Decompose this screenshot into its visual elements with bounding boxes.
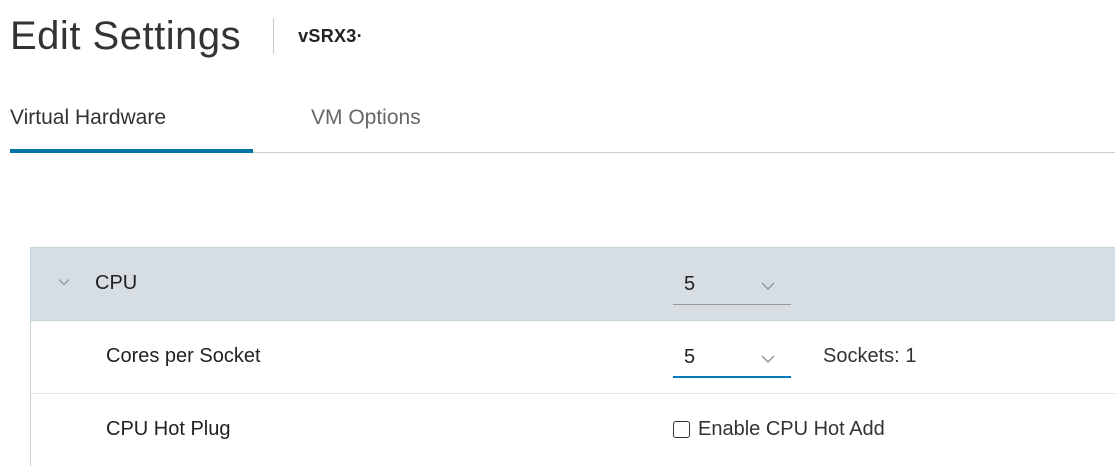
tab-bar: Virtual Hardware VM Options xyxy=(10,96,1115,153)
cores-per-socket-select[interactable]: 5 xyxy=(673,343,791,378)
cpu-count-select[interactable]: 5 xyxy=(673,270,791,305)
cpu-label: CPU xyxy=(95,272,138,294)
header-divider xyxy=(273,18,275,54)
chevron-down-icon xyxy=(761,355,775,363)
page-title: Edit Settings xyxy=(10,14,242,58)
cpu-row[interactable]: CPU 5 xyxy=(31,248,1115,321)
chevron-down-icon[interactable] xyxy=(58,276,70,288)
dialog-header: Edit Settings vSRX3· xyxy=(10,8,363,64)
vm-name: vSRX3· xyxy=(298,25,363,46)
cpu-count-value: 5 xyxy=(684,273,696,295)
cores-per-socket-row: Cores per Socket 5 Sockets: 1 xyxy=(31,321,1115,394)
hardware-settings-table: CPU 5 Cores per Socket 5 Sockets: 1 CPU … xyxy=(30,247,1115,466)
cores-per-socket-label: Cores per Socket xyxy=(106,345,261,367)
enable-cpu-hot-add-option[interactable]: Enable CPU Hot Add xyxy=(673,418,885,441)
enable-cpu-hot-add-label: Enable CPU Hot Add xyxy=(698,418,885,440)
cpu-hot-plug-label: CPU Hot Plug xyxy=(106,418,231,440)
sockets-count: Sockets: 1 xyxy=(823,345,917,367)
cpu-hot-plug-row: CPU Hot Plug Enable CPU Hot Add xyxy=(31,394,1115,466)
edit-settings-page: Edit Settings vSRX3· Virtual Hardware VM… xyxy=(0,0,1115,466)
chevron-down-icon xyxy=(761,282,775,290)
tab-virtual-hardware[interactable]: Virtual Hardware xyxy=(10,96,253,153)
tab-vm-options[interactable]: VM Options xyxy=(311,96,421,153)
cores-per-socket-value: 5 xyxy=(684,346,696,368)
enable-cpu-hot-add-checkbox[interactable] xyxy=(673,421,690,438)
